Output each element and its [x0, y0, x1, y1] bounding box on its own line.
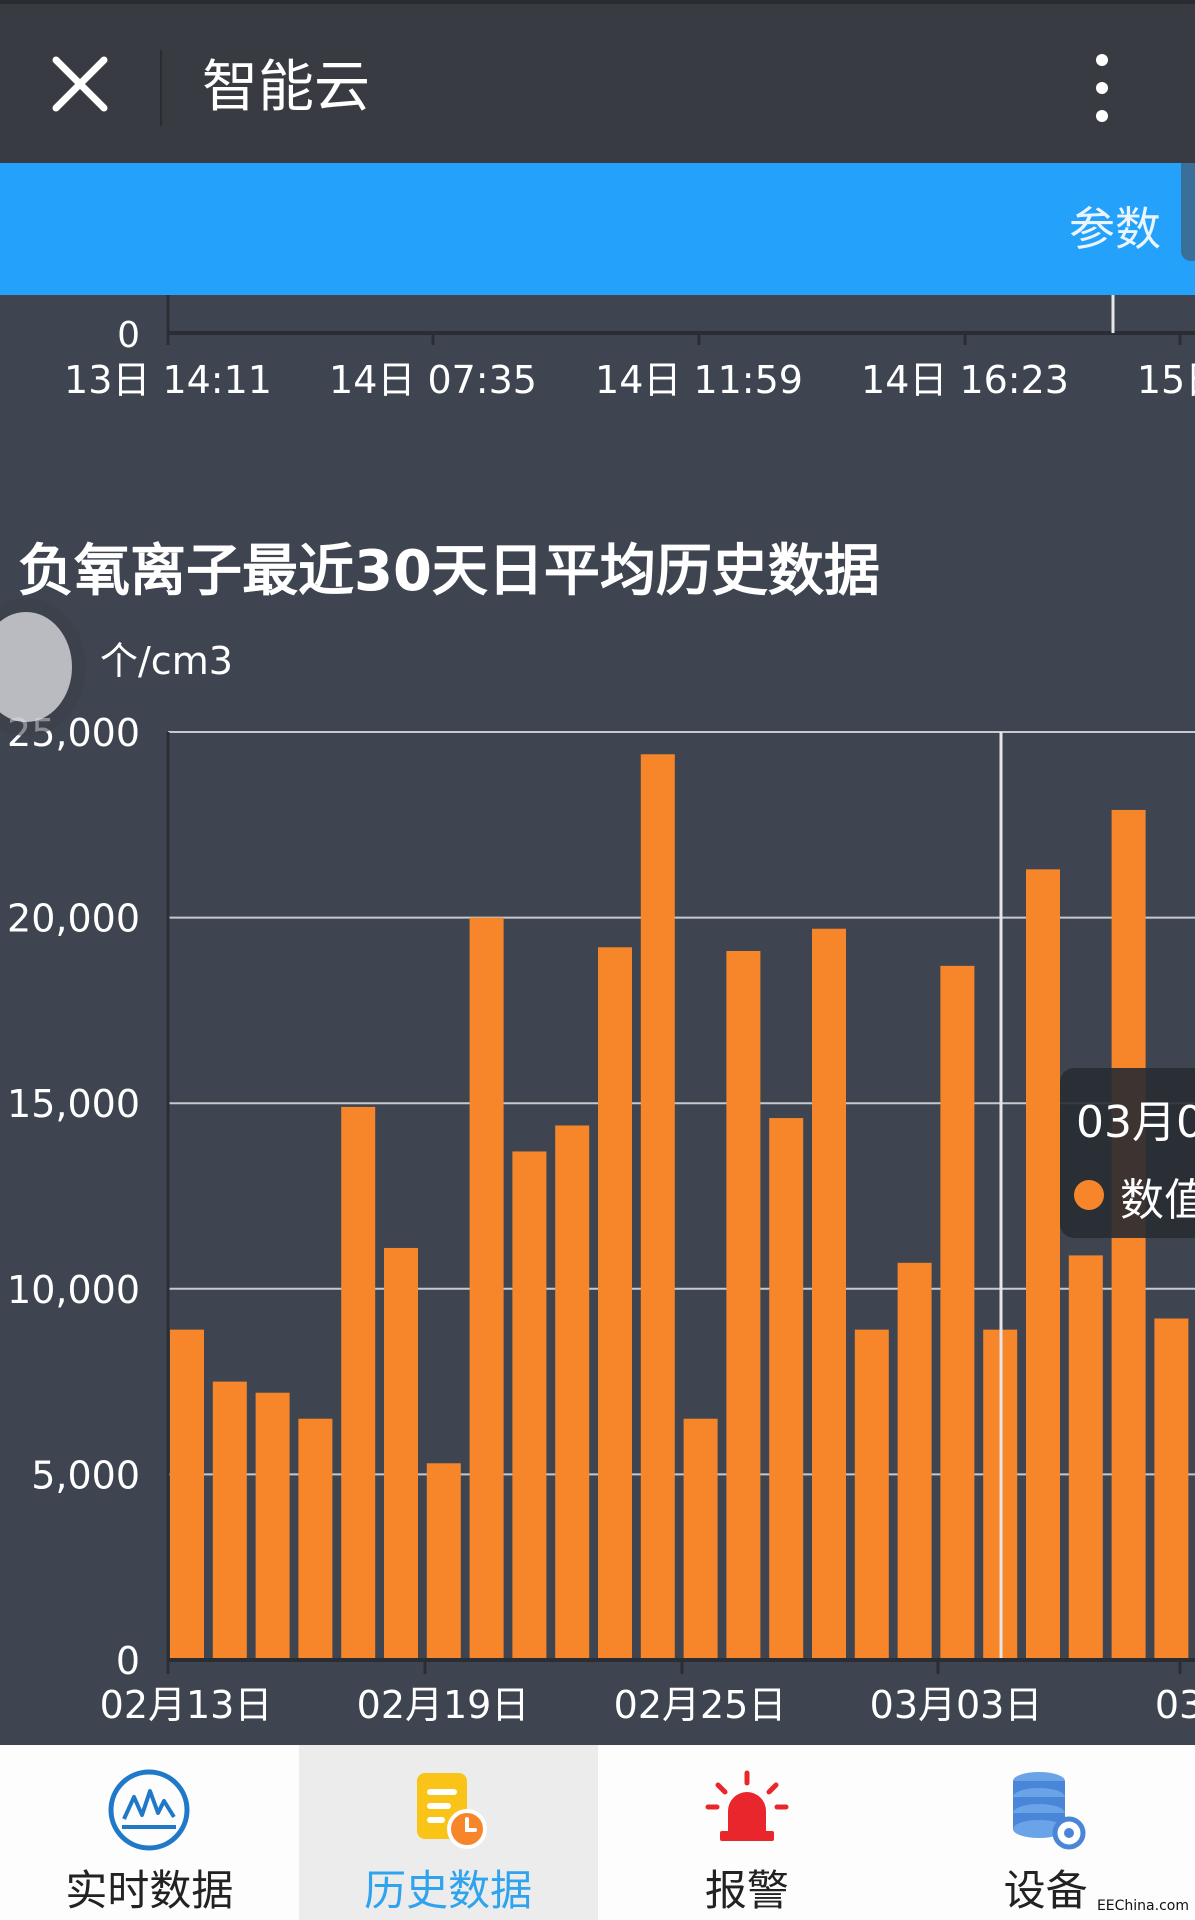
bar-chart[interactable]: 05,00010,00015,00020,00025,00002月13日 02月1… — [0, 520, 1195, 1745]
bar[interactable] — [1026, 869, 1060, 1660]
bar[interactable] — [341, 1106, 376, 1660]
x-tick-label: 02月13日 — [100, 1683, 273, 1727]
bar[interactable] — [726, 951, 761, 1660]
top-line-chart: 013日 14:11 14日 07:35 14日 11:59 14日 16:23 15日 — [64, 295, 1195, 402]
bar[interactable] — [170, 1329, 204, 1660]
chart-tooltip: 03月0 数值 — [1060, 1068, 1195, 1238]
nav-label: 历史数据 — [364, 1866, 533, 1915]
bar[interactable] — [598, 947, 632, 1660]
y-tick-label: 15,000 — [7, 1082, 140, 1126]
bar[interactable] — [940, 965, 975, 1660]
nav-device[interactable]: 设备 — [896, 1745, 1195, 1920]
x-tick-label: 02月25日 — [614, 1683, 787, 1727]
bar[interactable] — [469, 917, 504, 1660]
tab-bar: 参数 — [0, 163, 1195, 295]
top-x-tick-label: 14日 11:59 — [595, 358, 803, 402]
bar[interactable] — [426, 1463, 461, 1660]
nav-realtime-data[interactable]: 实时数据 — [0, 1745, 299, 1920]
top-x-tick-label: 14日 16:23 — [861, 358, 1069, 402]
y-tick-label: 0 — [116, 1639, 140, 1683]
bar[interactable] — [854, 1329, 889, 1660]
title-divider — [160, 50, 162, 126]
top-x-tick-label: 13日 14:11 — [64, 358, 272, 402]
bar[interactable] — [640, 754, 675, 1660]
bar[interactable] — [555, 1125, 590, 1660]
bar[interactable] — [212, 1381, 247, 1660]
bar[interactable] — [683, 1418, 718, 1660]
watermark: EEChina.com — [1096, 1898, 1189, 1914]
tab-parameters[interactable]: 参数 — [1069, 199, 1161, 259]
tab-scroll-edge — [1181, 163, 1195, 261]
nav-alarm[interactable]: 报警 — [598, 1745, 897, 1920]
nav-label: 实时数据 — [65, 1866, 234, 1915]
top-y-tick-label: 0 — [117, 315, 140, 356]
y-tick-label: 5,000 — [31, 1453, 140, 1497]
bar[interactable] — [1068, 1255, 1103, 1660]
bar[interactable] — [255, 1392, 290, 1660]
bar[interactable] — [512, 1151, 547, 1660]
bar[interactable] — [897, 1262, 932, 1660]
alarm-siren-icon — [705, 1770, 789, 1841]
bottom-navigation: 实时数据 历史数据 报警 设备 — [0, 1745, 1195, 1920]
close-icon[interactable] — [42, 46, 118, 122]
bar[interactable] — [769, 1118, 804, 1660]
app-title: 智能云 — [202, 55, 370, 120]
top-x-tick-label: 15日 — [1137, 358, 1195, 402]
y-tick-label: 10,000 — [7, 1268, 140, 1312]
top-x-tick-label: 14日 07:35 — [329, 358, 537, 402]
bar[interactable] — [812, 928, 846, 1660]
nav-history-data[interactable]: 历史数据 — [298, 1745, 598, 1920]
device-database-icon — [1012, 1772, 1086, 1850]
history-document-icon — [417, 1773, 488, 1849]
x-tick-label: 02月19日 — [357, 1683, 530, 1727]
tooltip-series-label: 数值 — [1120, 1175, 1195, 1226]
tooltip-series-dot — [1074, 1180, 1104, 1210]
tooltip-date: 03月0 — [1076, 1097, 1195, 1148]
x-tick-label: 03月03日 — [870, 1683, 1043, 1727]
nav-label: 报警 — [704, 1866, 789, 1915]
more-options-icon[interactable] — [1080, 50, 1124, 126]
x-tick-label: 03月 — [1155, 1683, 1195, 1727]
y-tick-label: 20,000 — [7, 897, 140, 941]
realtime-chart-icon — [108, 1769, 190, 1851]
bar[interactable] — [1154, 1318, 1189, 1660]
bar[interactable] — [384, 1247, 418, 1660]
bar[interactable] — [298, 1418, 333, 1660]
top-app-bar: 智能云 — [0, 0, 1195, 163]
